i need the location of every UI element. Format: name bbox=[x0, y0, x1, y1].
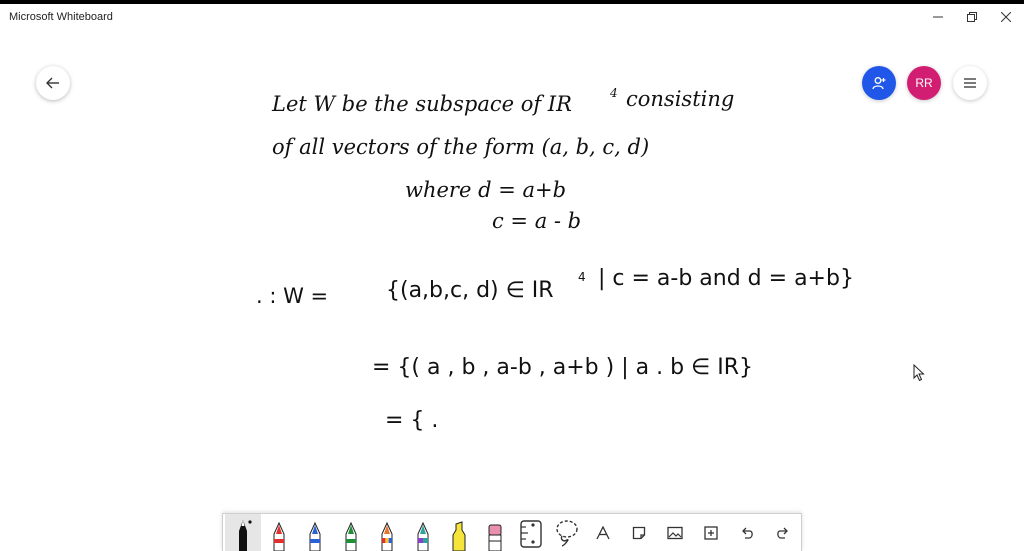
title-bar: Microsoft Whiteboard bbox=[0, 4, 1024, 30]
ink-line-6: = {( a , b , a-b , a+b ) | a . b ∈ IR} bbox=[372, 355, 753, 380]
ruler-icon bbox=[520, 519, 542, 548]
highlighter-tool[interactable] bbox=[441, 514, 477, 551]
ink-line-7: = { . bbox=[385, 408, 438, 433]
minimize-button[interactable] bbox=[921, 4, 955, 30]
arrow-left-icon bbox=[46, 77, 59, 89]
ink-line-1-superscript: 4 bbox=[609, 86, 618, 100]
undo-icon bbox=[742, 527, 753, 539]
pen-black-tool[interactable] bbox=[225, 514, 261, 551]
eraser-icon bbox=[488, 524, 502, 551]
insert-icon bbox=[704, 525, 718, 540]
pen-red-tool[interactable] bbox=[261, 514, 297, 551]
close-button[interactable] bbox=[989, 4, 1023, 30]
app-title: Microsoft Whiteboard bbox=[9, 11, 113, 23]
ink-line-5-prefix: . : W = bbox=[256, 284, 328, 308]
image-tool[interactable] bbox=[657, 514, 693, 551]
ink-line-5-superscript: 4 bbox=[578, 270, 586, 284]
restore-button[interactable] bbox=[955, 4, 989, 30]
ink-line-4: c = a - b bbox=[492, 209, 581, 233]
insert-tool[interactable] bbox=[693, 514, 729, 551]
ink-line-1: Let W be the subspace of IR bbox=[271, 92, 572, 116]
ink-line-2: of all vectors of the form (a, b, c, d) bbox=[272, 135, 649, 159]
ruler-tool[interactable] bbox=[513, 514, 549, 551]
share-button[interactable] bbox=[862, 66, 896, 100]
ink-line-5-end: | c = a-b and d = a+b} bbox=[598, 266, 854, 291]
sticky-note-icon bbox=[632, 526, 646, 539]
pen-black-icon bbox=[239, 520, 252, 551]
sticky-note-tool[interactable] bbox=[621, 514, 657, 551]
ink-line-1-end: consisting bbox=[626, 87, 734, 111]
text-icon bbox=[596, 525, 610, 539]
pen-red-icon bbox=[273, 521, 285, 551]
image-icon bbox=[667, 526, 683, 539]
lasso-select-tool[interactable] bbox=[549, 514, 585, 551]
eraser-tool[interactable] bbox=[477, 514, 513, 551]
pen-green-icon bbox=[345, 521, 357, 551]
user-avatar[interactable]: RR bbox=[907, 66, 941, 100]
redo-button[interactable] bbox=[765, 514, 801, 551]
text-tool[interactable] bbox=[585, 514, 621, 551]
mouse-cursor-icon bbox=[913, 364, 925, 382]
close-icon bbox=[1001, 12, 1011, 22]
pen-galaxy-tool[interactable] bbox=[405, 514, 441, 551]
person-add-icon bbox=[872, 77, 886, 90]
minimize-icon bbox=[933, 16, 943, 18]
inking-toolbar bbox=[222, 513, 802, 551]
redo-icon bbox=[777, 527, 788, 539]
ink-line-3: where d = a+b bbox=[405, 178, 566, 202]
pen-green-tool[interactable] bbox=[333, 514, 369, 551]
back-button[interactable] bbox=[36, 66, 70, 100]
pen-rainbow-icon bbox=[381, 521, 393, 551]
highlighter-icon bbox=[452, 521, 466, 551]
pen-blue-tool[interactable] bbox=[297, 514, 333, 551]
undo-button[interactable] bbox=[729, 514, 765, 551]
pen-rainbow-tool[interactable] bbox=[369, 514, 405, 551]
pen-blue-icon bbox=[309, 521, 321, 551]
pen-galaxy-icon bbox=[417, 521, 429, 551]
restore-icon bbox=[967, 12, 977, 22]
menu-button[interactable] bbox=[953, 66, 987, 100]
hamburger-menu-icon bbox=[964, 78, 976, 88]
avatar-initials: RR bbox=[915, 76, 933, 90]
lasso-select-icon bbox=[556, 519, 578, 547]
ink-line-5: {(a,b,c, d) ∈ IR bbox=[386, 278, 554, 303]
